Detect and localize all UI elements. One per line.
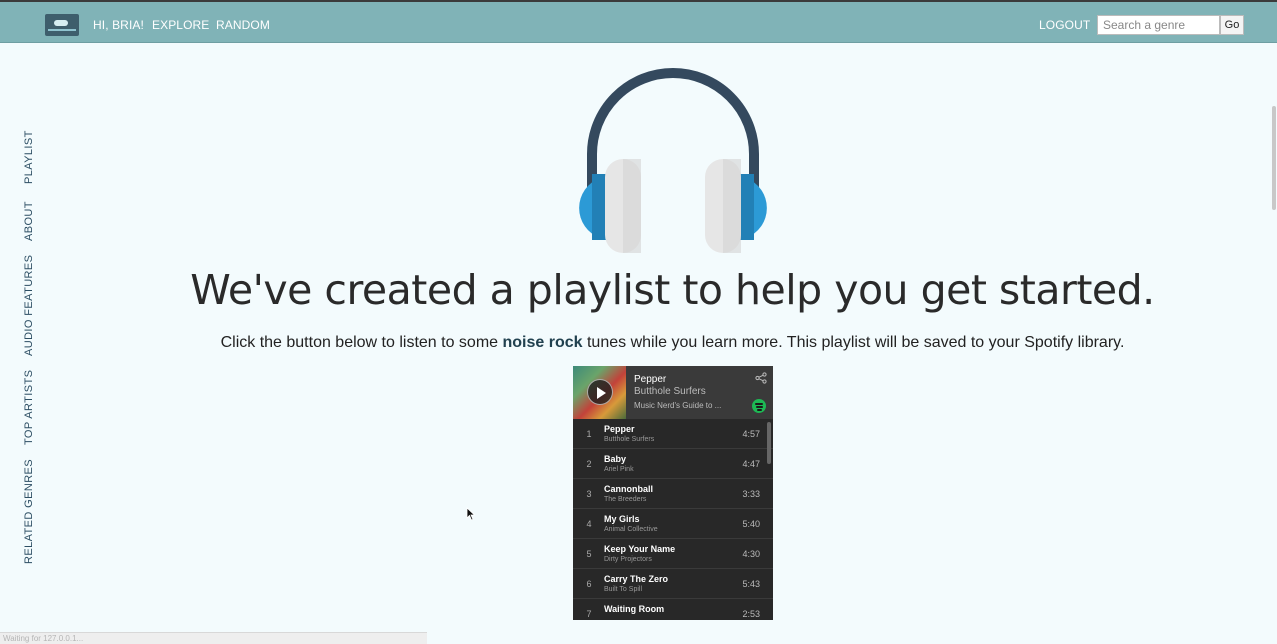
player-track-artist: Butthole Surfers <box>634 386 706 397</box>
top-nav-bar: HI, BRIA! EXPLORE RANDOM LOGOUT Go <box>0 0 1277 43</box>
genre-search-input[interactable] <box>1097 15 1220 35</box>
track-artist: Built To Spill <box>604 586 643 593</box>
track-name: Cannonball <box>604 484 653 494</box>
track-duration: 4:30 <box>742 549 760 559</box>
track-duration: 5:43 <box>742 579 760 589</box>
mouse-cursor-icon <box>466 507 476 521</box>
track-artist: Butthole Surfers <box>604 436 655 443</box>
cassette-tape-icon[interactable] <box>45 14 79 36</box>
track-artist: Dirty Projectors <box>604 556 652 563</box>
page-scrollbar[interactable] <box>1272 106 1276 210</box>
user-greeting[interactable]: HI, BRIA! <box>93 18 144 32</box>
track-list-scrollbar[interactable] <box>767 422 771 464</box>
spotify-logo-icon[interactable] <box>752 399 766 413</box>
logout-link[interactable]: LOGOUT <box>1039 18 1090 32</box>
sidebar-item-playlist[interactable]: PLAYLIST <box>23 130 35 184</box>
track-duration: 2:53 <box>742 609 760 619</box>
track-duration: 5:40 <box>742 519 760 529</box>
sidebar-item-about[interactable]: ABOUT <box>23 201 35 241</box>
player-header: Pepper Butthole Surfers Music Nerd's Gui… <box>573 366 773 419</box>
track-duration: 3:33 <box>742 489 760 499</box>
play-button[interactable] <box>587 379 613 405</box>
track-number: 7 <box>586 609 592 619</box>
track-artist: Animal Collective <box>604 526 658 533</box>
subtitle-outro: tunes while you learn more. This playlis… <box>582 334 1125 351</box>
track-row[interactable]: 7 Waiting Room 2:53 <box>573 599 773 620</box>
track-name: Carry The Zero <box>604 574 669 584</box>
headphones-icon <box>579 68 767 253</box>
track-row[interactable]: 6 Carry The Zero Built To Spill 5:43 <box>573 569 773 599</box>
track-name: Pepper <box>604 424 635 434</box>
track-name: Waiting Room <box>604 604 665 614</box>
page-headline: We've created a playlist to help you get… <box>190 266 1155 314</box>
track-list: 1 Pepper Butthole Surfers 4:57 2 Baby Ar… <box>573 419 773 620</box>
spotify-player-widget: Pepper Butthole Surfers Music Nerd's Gui… <box>573 366 773 620</box>
share-icon[interactable] <box>755 372 767 384</box>
subtitle-intro: Click the button below to listen to some <box>220 334 503 351</box>
search-go-button[interactable]: Go <box>1220 15 1244 35</box>
sidebar-item-related-genres[interactable]: RELATED GENRES <box>23 459 35 564</box>
track-artist: The Breeders <box>604 496 647 503</box>
nav-explore-link[interactable]: EXPLORE <box>152 18 209 32</box>
player-playlist-name[interactable]: Music Nerd's Guide to ... <box>634 401 721 410</box>
track-duration: 4:47 <box>742 459 760 469</box>
track-artist: Ariel Pink <box>604 466 634 473</box>
track-row[interactable]: 3 Cannonball The Breeders 3:33 <box>573 479 773 509</box>
track-row[interactable]: 1 Pepper Butthole Surfers 4:57 <box>573 419 773 449</box>
track-number: 1 <box>586 429 592 439</box>
player-track-title: Pepper <box>634 374 667 385</box>
track-number: 5 <box>586 549 592 559</box>
track-name: My Girls <box>604 514 640 524</box>
sidebar-item-top-artists[interactable]: TOP ARTISTS <box>23 370 35 445</box>
track-duration: 4:57 <box>742 429 760 439</box>
track-row[interactable]: 2 Baby Ariel Pink 4:47 <box>573 449 773 479</box>
track-number: 4 <box>586 519 592 529</box>
track-row[interactable]: 4 My Girls Animal Collective 5:40 <box>573 509 773 539</box>
nav-random-link[interactable]: RANDOM <box>216 18 270 32</box>
track-number: 2 <box>586 459 592 469</box>
genre-name[interactable]: noise rock <box>503 334 583 351</box>
page-subtitle: Click the button below to listen to some… <box>0 334 1277 352</box>
track-name: Baby <box>604 454 627 464</box>
track-number: 3 <box>586 489 592 499</box>
browser-status-bar: Waiting for 127.0.0.1... <box>0 632 427 644</box>
track-number: 6 <box>586 579 592 589</box>
track-name: Keep Your Name <box>604 544 676 554</box>
track-row[interactable]: 5 Keep Your Name Dirty Projectors 4:30 <box>573 539 773 569</box>
